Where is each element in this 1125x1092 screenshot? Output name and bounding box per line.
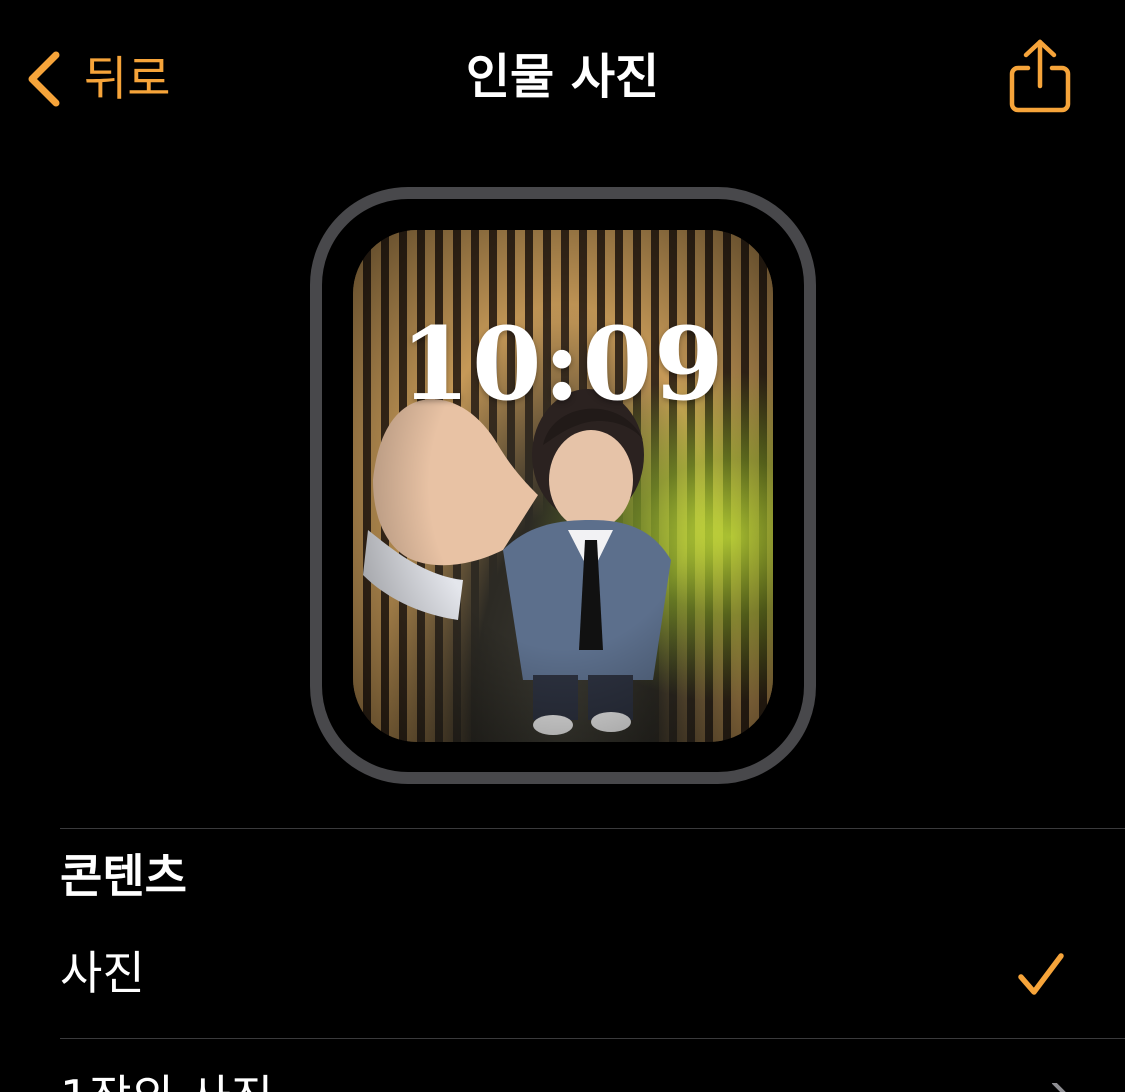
option-label: 사진 (60, 946, 145, 1000)
divider (60, 828, 1125, 829)
option-row-photos[interactable]: 사진 (0, 928, 1125, 1024)
watch-time: 10:09 (400, 305, 726, 423)
page-title: 인물 사진 (465, 49, 660, 105)
photo-count-row-label[interactable]: 1장의 사진 (60, 1068, 273, 1092)
watch-face-detail-screen: 뒤로 인물 사진 10:09 콘텐츠 사진 (0, 0, 1125, 1092)
checkmark-icon (1016, 950, 1066, 1004)
watch-face-preview[interactable]: 10:09 (353, 230, 773, 742)
share-button[interactable] (1006, 38, 1074, 120)
share-icon (1006, 39, 1074, 120)
divider (60, 1038, 1125, 1039)
section-header-content: 콘텐츠 (60, 849, 187, 903)
chevron-right-icon (1048, 1080, 1072, 1092)
